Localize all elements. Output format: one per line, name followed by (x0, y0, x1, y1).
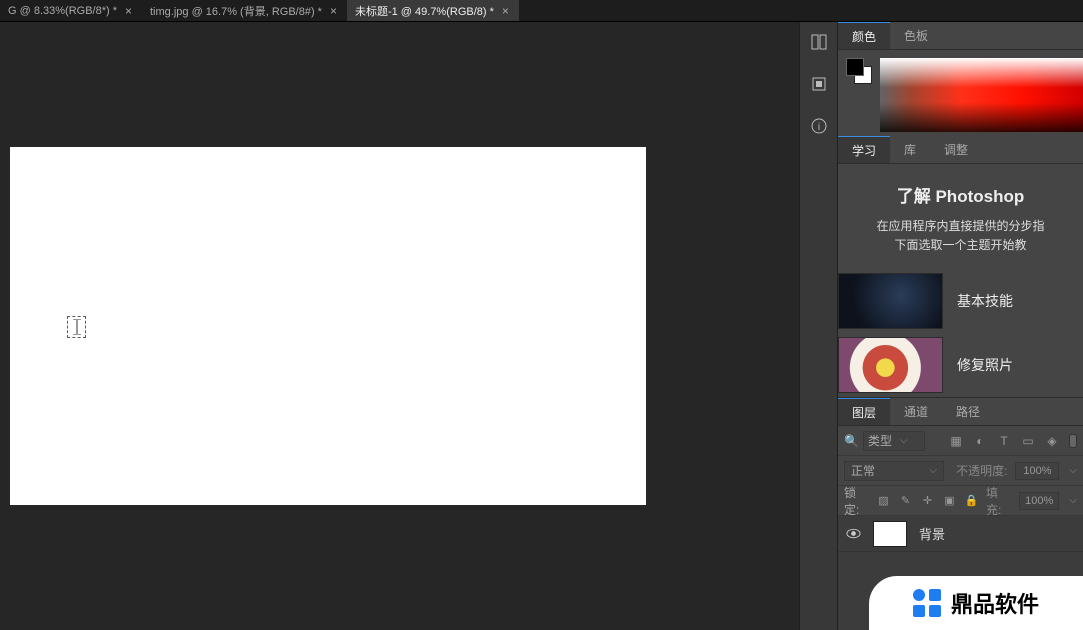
svg-text:i: i (817, 122, 819, 133)
chevron-down-icon[interactable]: ⌵ (1069, 465, 1077, 476)
canvas-area[interactable] (0, 22, 799, 630)
close-icon[interactable]: × (500, 4, 511, 18)
foreground-background-swatch[interactable] (846, 58, 872, 84)
document-tab-label: G @ 8.33%(RGB/8*) * (8, 5, 117, 17)
lock-position-icon[interactable]: ✛ (921, 494, 934, 507)
opacity-label: 不透明度: (956, 462, 1007, 479)
fill-input[interactable]: 100% (1019, 492, 1059, 510)
text-insert-marquee[interactable] (67, 316, 86, 338)
learn-item[interactable]: 基本技能 (838, 269, 1083, 333)
layer-filter-toolbar: 🔍 类型 ⌵ ▦ ◐ T ▭ ◈ (838, 426, 1083, 456)
lock-label: 锁定: (844, 484, 869, 518)
opacity-input[interactable]: 100% (1015, 462, 1059, 480)
filter-type-dropdown[interactable]: 类型 ⌵ (863, 431, 925, 451)
lock-transparent-icon[interactable]: ▨ (877, 494, 890, 507)
learn-item[interactable]: 修复照片 (838, 333, 1083, 397)
document-tab[interactable]: 未标题-1 @ 49.7%(RGB/8) * × (347, 0, 519, 21)
color-panel: 颜色 色板 (838, 22, 1083, 136)
filter-shape-icon[interactable]: ▭ (1021, 434, 1035, 448)
filter-adjustment-icon[interactable]: ◐ (973, 434, 987, 448)
layer-thumbnail[interactable] (873, 521, 907, 547)
learn-item-label: 修复照片 (957, 355, 1013, 375)
right-panels: 颜色 色板 学习 库 调整 了解 Photoshop 在应用程序内直 (837, 22, 1083, 630)
tab-channels[interactable]: 通道 (890, 398, 942, 425)
search-icon: 🔍 (844, 434, 859, 448)
watermark-text: 鼎品软件 (951, 587, 1039, 619)
filter-smartobj-icon[interactable]: ◈ (1045, 434, 1059, 448)
tab-swatches[interactable]: 色板 (890, 22, 942, 49)
visibility-icon[interactable] (846, 526, 861, 541)
lock-all-icon[interactable]: 🔒 (965, 494, 978, 507)
info-icon[interactable]: i (807, 114, 831, 138)
filter-text-icon[interactable]: T (997, 434, 1011, 448)
blend-mode-dropdown[interactable]: 正常 ⌵ (844, 461, 944, 481)
chevron-down-icon: ⌵ (900, 435, 908, 446)
close-icon[interactable]: × (123, 4, 134, 18)
color-spectrum[interactable] (880, 58, 1083, 132)
watermark-badge: 鼎品软件 (869, 576, 1083, 630)
lock-image-icon[interactable]: ✎ (899, 494, 912, 507)
lock-artboard-icon[interactable]: ▣ (943, 494, 956, 507)
tab-color[interactable]: 颜色 (838, 22, 890, 49)
learn-subtitle: 在应用程序内直接提供的分步指 下面选取一个主题开始教 (846, 217, 1075, 255)
chevron-down-icon: ⌵ (929, 465, 937, 476)
tab-libraries[interactable]: 库 (890, 136, 930, 163)
fill-label: 填充: (986, 484, 1011, 518)
panel-expand-icon[interactable] (807, 30, 831, 54)
layer-row[interactable]: 背景 (838, 516, 1083, 552)
foreground-color[interactable] (846, 58, 864, 76)
document-canvas[interactable] (10, 147, 646, 505)
document-tabs: G @ 8.33%(RGB/8*) * × timg.jpg @ 16.7% (… (0, 0, 1083, 22)
document-tab[interactable]: G @ 8.33%(RGB/8*) * × (0, 0, 142, 21)
learn-title: 了解 Photoshop (846, 182, 1075, 207)
tab-paths[interactable]: 路径 (942, 398, 994, 425)
tab-adjustments[interactable]: 调整 (930, 136, 982, 163)
lock-fill-row: 锁定: ▨ ✎ ✛ ▣ 🔒 填充: 100% ⌵ (838, 486, 1083, 516)
learn-item-label: 基本技能 (957, 291, 1013, 311)
properties-icon[interactable] (807, 72, 831, 96)
document-tab-label: timg.jpg @ 16.7% (背景, RGB/8#) * (150, 3, 322, 19)
watermark-logo-icon (913, 589, 941, 617)
document-tab-label: 未标题-1 @ 49.7%(RGB/8) * (355, 3, 494, 19)
layer-name[interactable]: 背景 (919, 524, 945, 543)
right-collapsed-strip: i (799, 22, 837, 630)
tab-learn[interactable]: 学习 (838, 136, 890, 163)
blend-opacity-row: 正常 ⌵ 不透明度: 100% ⌵ (838, 456, 1083, 486)
document-tab[interactable]: timg.jpg @ 16.7% (背景, RGB/8#) * × (142, 0, 347, 21)
learn-thumbnail (838, 337, 943, 393)
tab-layers[interactable]: 图层 (838, 398, 890, 425)
learn-panel: 学习 库 调整 了解 Photoshop 在应用程序内直接提供的分步指 下面选取… (838, 136, 1083, 397)
chevron-down-icon[interactable]: ⌵ (1069, 495, 1077, 506)
close-icon[interactable]: × (328, 4, 339, 18)
filter-toggle[interactable] (1069, 434, 1077, 448)
learn-thumbnail (838, 273, 943, 329)
filter-image-icon[interactable]: ▦ (949, 434, 963, 448)
text-cursor-icon (73, 319, 81, 335)
